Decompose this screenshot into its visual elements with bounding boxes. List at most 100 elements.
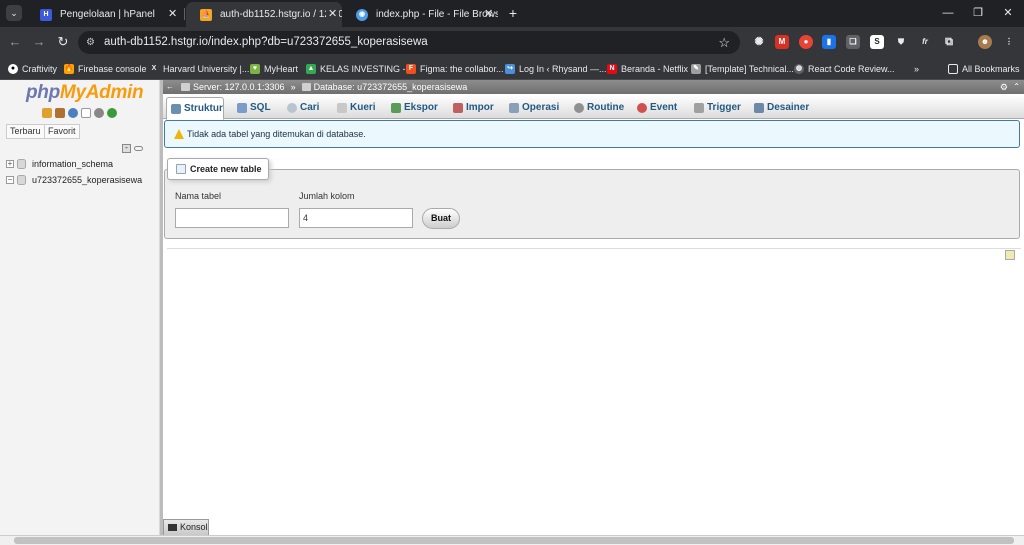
tab-desainer[interactable]: Desainer [750,97,809,119]
site-info-icon[interactable]: ⚙ [86,31,95,54]
breadcrumb-database[interactable]: Database: u723372655_koperasisewa [314,82,468,92]
url-text: auth-db1152.hstgr.io/index.php?db=u72337… [104,36,428,48]
tab-kueri[interactable]: Kueri [333,97,376,119]
table-name-input[interactable] [175,208,289,228]
tab-trigger[interactable]: Trigger [690,97,741,119]
recent-tab[interactable]: Terbaru [6,124,45,139]
horizontal-scrollbar[interactable] [0,535,1024,545]
docs-icon[interactable] [81,108,91,118]
database-icon [301,83,311,91]
create-table-button[interactable]: Buat [422,208,460,229]
extension-red-icon[interactable]: ● [799,35,813,49]
page-settings-gear-icon[interactable]: ⚙ [1000,80,1008,94]
tab-operasi[interactable]: Operasi [505,97,559,119]
tab-title: Pengelolaan | hPanel [60,9,155,20]
notice-message: Tidak ada tabel yang ditemukan di databa… [164,120,1020,148]
tab-sql[interactable]: SQL [233,97,271,119]
profile-avatar[interactable]: ☻ [978,35,992,49]
breadcrumb-server[interactable]: Server: 127.0.0.1:3306 [193,82,285,92]
column-count-input[interactable]: 4 [299,208,413,228]
collapse-all-control[interactable]: - [122,144,144,154]
tab-file-browser[interactable]: ◉ index.php - File - File Browser ✕ [342,2,498,27]
create-table-fieldset [164,169,1020,239]
netflix-icon: N [607,64,617,74]
extension-doc-icon[interactable]: ▮ [822,35,836,49]
page-settings-icon[interactable] [1005,250,1015,260]
reload-nav-icon[interactable] [107,108,117,118]
extension-gear-icon[interactable]: ✺ [752,35,766,49]
collapse-tree-icon[interactable]: − [6,176,14,184]
database-icon [17,175,26,185]
address-bar[interactable]: ⚙ auth-db1152.hstgr.io/index.php?db=u723… [78,31,740,54]
tab-cari[interactable]: Cari [283,97,319,119]
designer-icon [754,103,764,113]
tab-impor[interactable]: Impor [449,97,494,119]
minimize-button[interactable]: — [938,4,958,22]
back-button[interactable]: ← [6,33,24,51]
bookmark-item[interactable]: ▲ KELAS INVESTING -... [306,61,413,77]
console-toggle[interactable]: Konsol [163,519,209,535]
tab-ekspor[interactable]: Ekspor [387,97,438,119]
nav-toggle-arrow-icon[interactable]: ← [166,80,174,94]
settings-gear-icon[interactable] [94,108,104,118]
extension-copy-icon[interactable]: ❏ [846,35,860,49]
scrollbar-thumb[interactable] [14,537,1014,544]
routine-gears-icon [574,103,584,113]
bookmark-item[interactable]: N Beranda - Netflix [607,61,688,77]
search-icon [287,103,297,113]
craftivity-icon: ● [8,64,18,74]
extension-s-icon[interactable]: S [870,35,884,49]
close-icon[interactable]: ✕ [168,2,177,27]
close-icon[interactable]: ✕ [326,2,340,27]
operations-wrench-icon [509,103,519,113]
logout-icon[interactable] [55,108,65,118]
bookmark-item[interactable]: ◍ React Code Review... [794,61,895,77]
template-icon: ✎ [691,64,701,74]
db-name: u723372655_koperasisewa [32,175,143,185]
extension-fx-icon[interactable]: fr [918,35,932,49]
import-icon [453,103,463,113]
bookmark-item[interactable]: ● Craftivity [8,61,57,77]
close-icon[interactable]: ✕ [484,2,493,27]
tab-routine[interactable]: Routine [570,97,624,119]
help-icon[interactable] [68,108,78,118]
bookmark-item[interactable]: ↪ Log In ‹ Rhysand —... [505,61,607,77]
link-icon[interactable] [134,146,143,151]
bookmark-item[interactable]: ✎ [Template] Technical... [691,61,794,77]
collapse-icon[interactable]: - [122,144,131,153]
tab-phpmyadmin[interactable]: ⛵ auth-db1152.hstgr.io / 127.0.0. ✕ [186,2,342,27]
tab-search-chevron-icon[interactable]: ⌄ [6,5,22,21]
db-tree-item-koperasisewa[interactable]: − u723372655_koperasisewa [6,173,142,187]
tab-hpanel[interactable]: H Pengelolaan | hPanel ✕ [26,2,182,27]
phpmyadmin-logo[interactable]: phpMyAdmin [26,82,144,104]
table-add-icon [176,164,186,174]
bookmark-item[interactable]: ♥ MyHeart [250,61,298,77]
tab-event[interactable]: Event [633,97,677,119]
db-tree-item-information-schema[interactable]: + information_schema [6,157,113,171]
restore-button[interactable]: ❐ [968,4,988,22]
bookmark-item[interactable]: F Figma: the collabor... [406,61,504,77]
bookmark-star-icon[interactable]: ☆ [718,31,730,54]
extension-shield-icon[interactable]: ⛊ [894,35,908,49]
console-icon [168,524,177,531]
db-name: information_schema [32,159,114,169]
extensions-puzzle-icon[interactable]: ⧉ [942,35,956,49]
browser-toolbar: ← → ↻ ⚙ auth-db1152.hstgr.io/index.php?d… [0,27,1024,58]
new-tab-button[interactable]: + [505,3,521,23]
expand-icon[interactable]: + [6,160,14,168]
event-clock-icon [637,103,647,113]
forward-button[interactable]: → [30,33,48,51]
tab-struktur[interactable]: Struktur [166,97,224,120]
extension-m-icon[interactable]: M [775,35,789,49]
reload-button[interactable]: ↻ [54,33,72,51]
bookmark-item[interactable]: X Harvard University |... [149,61,250,77]
favorite-tab[interactable]: Favorit [44,124,80,139]
close-window-button[interactable]: ✕ [998,4,1018,22]
browser-menu-icon[interactable]: ⋮ [1002,35,1016,49]
all-bookmarks-button[interactable]: All Bookmarks [948,61,1020,77]
bookmark-item[interactable]: 🔥 Firebase console [64,61,147,77]
bookmarks-overflow-button[interactable]: » [914,61,919,77]
home-icon[interactable] [42,108,52,118]
fullscreen-icon[interactable]: ⌃ [1013,80,1020,94]
bookmarks-bar: ● Craftivity 🔥 Firebase console X Harvard U… [0,58,1024,80]
